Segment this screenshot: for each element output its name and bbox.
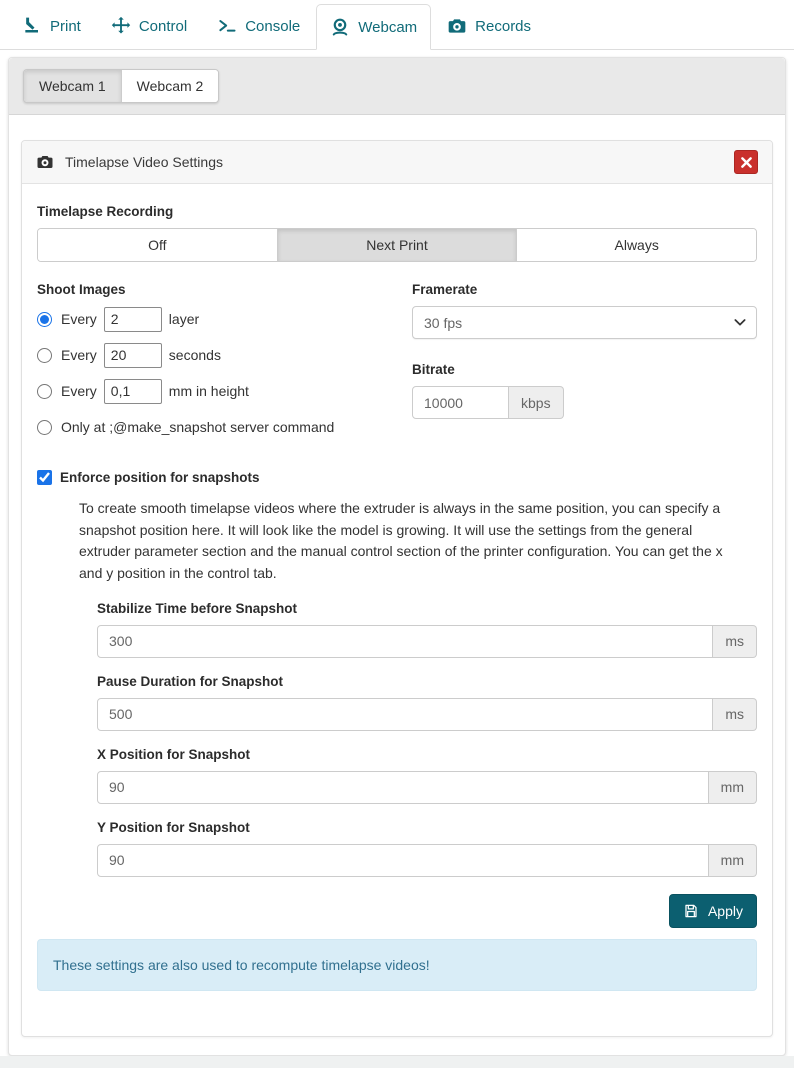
close-icon: [741, 157, 752, 168]
tab-label: Control: [139, 18, 187, 35]
card-header: Timelapse Video Settings: [22, 141, 772, 184]
bitrate-input-group: kbps: [412, 386, 757, 419]
y-position-group: mm: [97, 844, 757, 877]
timelapse-settings-card: Timelapse Video Settings Timelapse Recor…: [21, 140, 773, 1037]
option-suffix: layer: [169, 311, 199, 327]
terminal-icon: [217, 16, 237, 36]
webcam-toggle-group: Webcam 1 Webcam 2: [23, 69, 219, 103]
tab-label: Webcam: [358, 19, 417, 36]
x-position-input[interactable]: [97, 771, 709, 804]
pause-duration-input[interactable]: [97, 698, 713, 731]
webcam-content: Webcam 1 Webcam 2 Timelapse Video Settin…: [8, 57, 786, 1056]
layer-interval-input[interactable]: [104, 307, 162, 332]
pause-duration-label: Pause Duration for Snapshot: [97, 674, 757, 689]
stabilize-time-group: ms: [97, 625, 757, 658]
option-prefix: Every: [61, 347, 97, 363]
webcam-2-button[interactable]: Webcam 2: [121, 70, 219, 102]
recording-label: Timelapse Recording: [37, 204, 757, 219]
camera-icon: [36, 153, 54, 171]
stabilize-time-label: Stabilize Time before Snapshot: [97, 601, 757, 616]
tab-console[interactable]: Console: [203, 3, 314, 49]
y-position-label: Y Position for Snapshot: [97, 820, 757, 835]
recording-next-print-button[interactable]: Next Print: [277, 229, 517, 261]
server-command-radio[interactable]: [37, 420, 52, 435]
bitrate-input[interactable]: [412, 386, 509, 419]
enforce-position-checkbox[interactable]: [37, 470, 52, 485]
main-tab-bar: Print Control Console Webcam Records: [0, 0, 794, 50]
shoot-server-command-option[interactable]: Only at ;@make_snapshot server command: [37, 414, 392, 440]
shoot-images-section: Shoot Images Every layer Every seconds: [37, 277, 392, 450]
option-label: Only at ;@make_snapshot server command: [61, 419, 334, 435]
x-position-label: X Position for Snapshot: [97, 747, 757, 762]
tab-records[interactable]: Records: [433, 3, 545, 49]
seconds-interval-input[interactable]: [104, 343, 162, 368]
webcam-selector-bar: Webcam 1 Webcam 2: [9, 58, 785, 115]
stabilize-time-input[interactable]: [97, 625, 713, 658]
recording-off-button[interactable]: Off: [38, 229, 277, 261]
x-position-group: mm: [97, 771, 757, 804]
close-button[interactable]: [734, 150, 758, 174]
recompute-info-alert: These settings are also used to recomput…: [37, 939, 757, 991]
framerate-label: Framerate: [412, 282, 757, 297]
unit-addon: ms: [713, 625, 757, 658]
page-background: [0, 1056, 794, 1068]
tab-label: Print: [50, 18, 81, 35]
move-icon: [111, 16, 131, 36]
every-layer-radio[interactable]: [37, 312, 52, 327]
unit-addon: mm: [709, 771, 757, 804]
unit-addon: ms: [713, 698, 757, 731]
option-prefix: Every: [61, 383, 97, 399]
settings-columns: Shoot Images Every layer Every seconds: [37, 277, 757, 450]
apply-row: Apply: [37, 894, 757, 928]
unit-addon: kbps: [509, 386, 564, 419]
apply-button[interactable]: Apply: [669, 894, 757, 928]
pause-duration-group: ms: [97, 698, 757, 731]
framerate-select-wrap: 30 fps: [412, 306, 757, 339]
card-body: Timelapse Recording Off Next Print Alway…: [22, 184, 772, 1036]
option-prefix: Every: [61, 311, 97, 327]
save-icon: [683, 903, 699, 919]
recording-button-group: Off Next Print Always: [37, 228, 757, 262]
shoot-every-layer-option[interactable]: Every layer: [37, 306, 392, 332]
enforce-position-label: Enforce position for snapshots: [60, 470, 260, 485]
enforce-position-description: To create smooth timelapse videos where …: [79, 498, 737, 585]
unit-addon: mm: [709, 844, 757, 877]
webcam-1-button[interactable]: Webcam 1: [24, 70, 121, 102]
card-title: Timelapse Video Settings: [65, 154, 734, 170]
option-suffix: seconds: [169, 347, 221, 363]
shoot-images-label: Shoot Images: [37, 282, 392, 297]
printer-icon: [22, 16, 42, 36]
option-suffix: mm in height: [169, 383, 249, 399]
recording-always-button[interactable]: Always: [516, 229, 756, 261]
shoot-every-height-option[interactable]: Every mm in height: [37, 378, 392, 404]
y-position-input[interactable]: [97, 844, 709, 877]
apply-label: Apply: [708, 903, 743, 919]
snapshot-fields: Stabilize Time before Snapshot ms Pause …: [97, 601, 757, 877]
height-interval-input[interactable]: [104, 379, 162, 404]
every-seconds-radio[interactable]: [37, 348, 52, 363]
webcam-icon: [330, 17, 350, 37]
tab-webcam[interactable]: Webcam: [316, 4, 431, 50]
shoot-every-seconds-option[interactable]: Every seconds: [37, 342, 392, 368]
framerate-select[interactable]: 30 fps: [412, 306, 757, 339]
camera-icon: [447, 16, 467, 36]
bitrate-label: Bitrate: [412, 362, 757, 377]
tab-control[interactable]: Control: [97, 3, 201, 49]
tab-label: Console: [245, 18, 300, 35]
enforce-position-option[interactable]: Enforce position for snapshots: [37, 470, 757, 485]
every-height-radio[interactable]: [37, 384, 52, 399]
tab-label: Records: [475, 18, 531, 35]
encoding-section: Framerate 30 fps Bitrate kbps: [412, 277, 757, 450]
tab-print[interactable]: Print: [8, 3, 95, 49]
